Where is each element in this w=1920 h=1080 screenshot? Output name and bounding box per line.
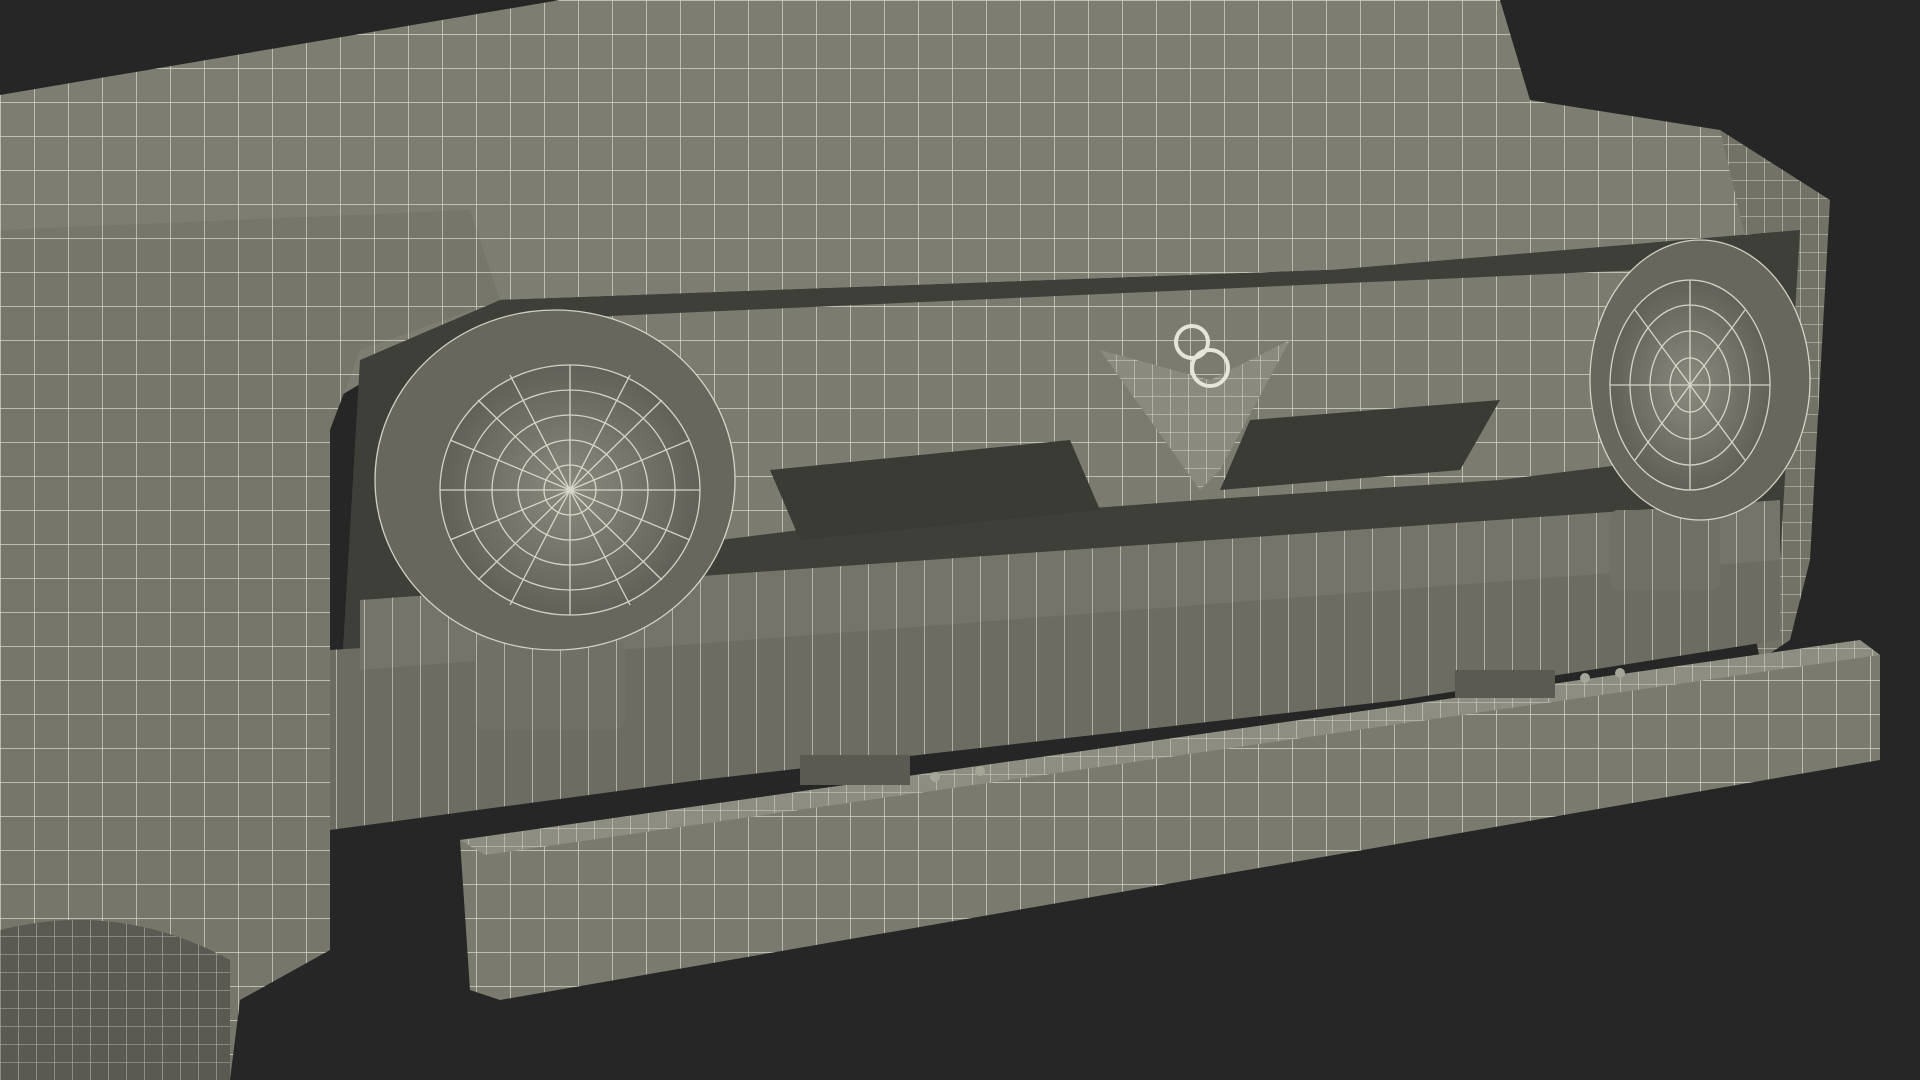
render-viewport — [0, 0, 1920, 1080]
wireframe-render — [0, 0, 1920, 1080]
